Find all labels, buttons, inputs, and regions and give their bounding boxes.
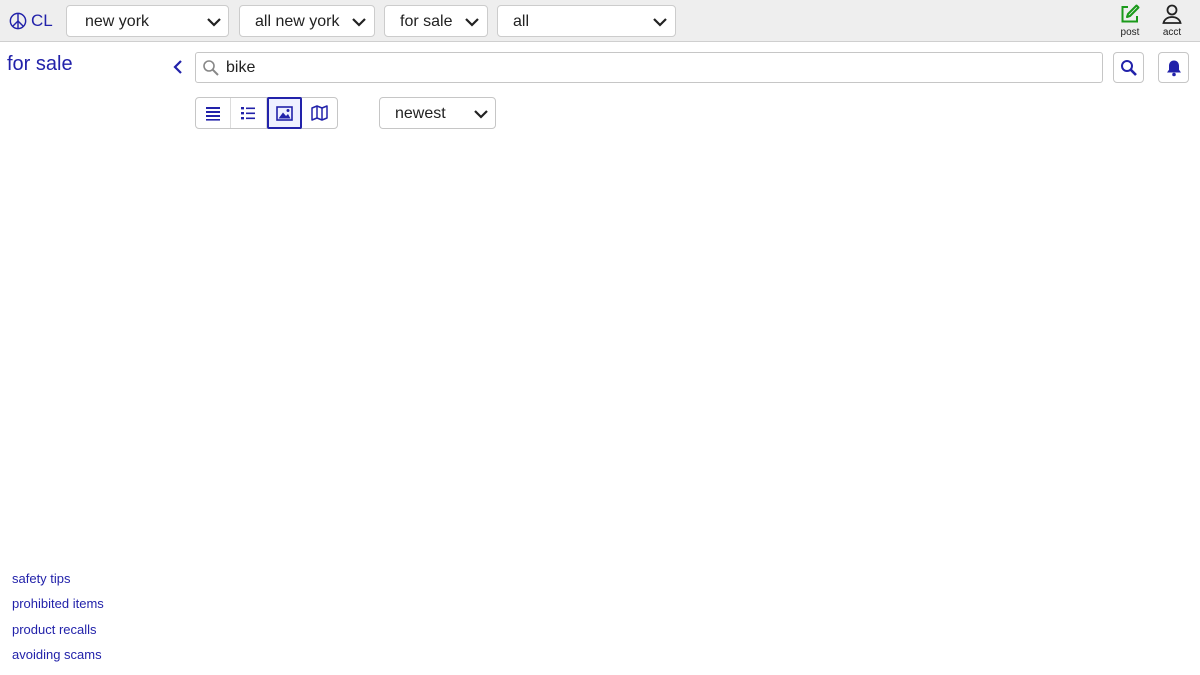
chevron-left-icon[interactable] bbox=[170, 56, 186, 78]
user-icon bbox=[1162, 4, 1182, 24]
save-search-alert-button[interactable] bbox=[1158, 52, 1189, 83]
map-view-button[interactable] bbox=[302, 98, 337, 128]
pencil-square-icon bbox=[1121, 4, 1140, 23]
compact-list-view-button[interactable] bbox=[231, 98, 267, 128]
top-header: CL new york all new york for sale all po… bbox=[0, 0, 1200, 42]
sort-select-value: newest bbox=[395, 105, 446, 122]
account-button[interactable]: acct bbox=[1157, 3, 1187, 39]
area-select-value: new york bbox=[85, 13, 150, 30]
craigslist-logo[interactable]: CL bbox=[9, 9, 53, 33]
chevron-down-icon bbox=[474, 110, 488, 119]
category-select-value: for sale bbox=[400, 13, 453, 30]
search-icon bbox=[1120, 59, 1137, 76]
area-select[interactable]: new york bbox=[66, 5, 229, 37]
post-label: post bbox=[1120, 27, 1140, 38]
category-select[interactable]: for sale bbox=[384, 5, 488, 37]
logo-text: CL bbox=[31, 11, 53, 30]
chevron-down-icon bbox=[653, 18, 667, 27]
search-button[interactable] bbox=[1113, 52, 1144, 83]
safety-tips-link[interactable]: safety tips bbox=[12, 570, 162, 595]
list-view-button[interactable] bbox=[196, 98, 232, 128]
search-icon bbox=[203, 60, 219, 76]
footer-links: safety tips prohibited items product rec… bbox=[12, 570, 162, 671]
chevron-down-icon bbox=[207, 18, 221, 27]
post-button[interactable]: post bbox=[1115, 3, 1145, 39]
acct-label: acct bbox=[1162, 27, 1182, 38]
list-icon bbox=[206, 107, 221, 121]
prohibited-items-link[interactable]: prohibited items bbox=[12, 595, 162, 620]
chevron-down-icon bbox=[352, 18, 366, 27]
product-recalls-link[interactable]: product recalls bbox=[12, 621, 162, 646]
subcategory-select[interactable]: all bbox=[497, 5, 676, 37]
view-mode-toggle bbox=[195, 97, 338, 129]
search-field[interactable] bbox=[195, 52, 1103, 83]
chevron-down-icon bbox=[465, 18, 479, 27]
subarea-select[interactable]: all new york bbox=[239, 5, 375, 37]
avoiding-scams-link[interactable]: avoiding scams bbox=[12, 646, 162, 671]
gallery-icon bbox=[275, 105, 293, 121]
search-input[interactable] bbox=[226, 56, 1086, 80]
compact-list-icon bbox=[241, 107, 256, 120]
peace-sign-icon bbox=[9, 12, 27, 30]
bell-icon bbox=[1166, 60, 1181, 76]
map-icon bbox=[311, 105, 328, 121]
category-title[interactable]: for sale bbox=[7, 53, 73, 76]
gallery-view-button[interactable] bbox=[266, 97, 302, 129]
subcategory-select-value: all bbox=[513, 13, 530, 30]
sort-select[interactable]: newest bbox=[379, 97, 496, 129]
subarea-select-value: all new york bbox=[255, 13, 340, 30]
